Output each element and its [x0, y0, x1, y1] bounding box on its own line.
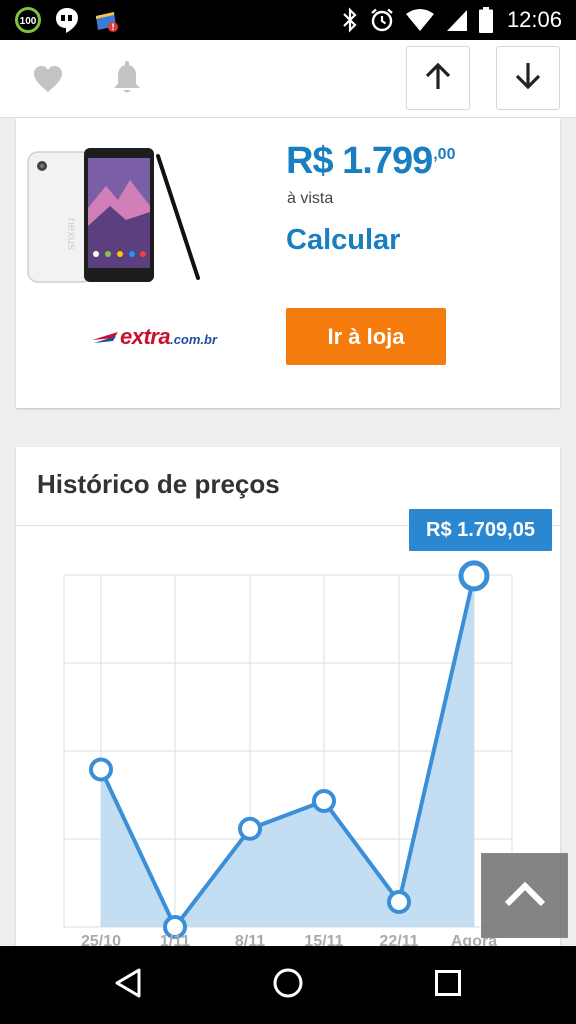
price-history-card: Histórico de preços 25/10 1/11 8/11 15/11 22…	[16, 447, 560, 967]
heart-icon[interactable]	[32, 64, 64, 99]
back-triangle-icon	[113, 967, 143, 1004]
nav-back-button[interactable]	[98, 960, 158, 1010]
status-time: 12:06	[506, 7, 562, 32]
scroll-up-button[interactable]	[406, 46, 470, 110]
store-logo-name: extra	[120, 324, 171, 349]
nav-home-button[interactable]	[258, 960, 318, 1010]
chevron-up-icon	[503, 878, 547, 913]
chart-point	[89, 757, 113, 782]
price-cents: ,00	[433, 146, 456, 163]
status-system-icons: 12:06	[341, 6, 562, 34]
nav-recent-apps-button[interactable]	[418, 960, 478, 1010]
home-circle-icon	[272, 967, 304, 1004]
store-logo-swoosh-icon	[92, 332, 118, 343]
scroll-down-button[interactable]	[496, 46, 560, 110]
price: R$ 1.799 ,00	[286, 140, 455, 183]
wifi-icon	[405, 8, 435, 32]
hangouts-icon	[54, 6, 80, 34]
chart-point	[238, 816, 262, 841]
battery-ring-label: 100	[20, 16, 37, 27]
top-toolbar	[0, 40, 576, 118]
product-phone-image[interactable]: nexus	[26, 148, 206, 288]
cell-signal-icon	[445, 8, 469, 32]
price-main: R$ 1.799	[286, 140, 433, 182]
chart-point	[387, 889, 411, 914]
battery-icon	[478, 7, 493, 33]
chart-point	[312, 789, 336, 814]
android-nav-bar	[0, 946, 576, 1024]
price-tooltip: R$ 1.709,05	[409, 509, 552, 551]
bell-icon[interactable]	[112, 60, 142, 101]
arrow-down-icon	[514, 61, 542, 96]
offer-card: nexus extra .com.br R$ 1.799 ,00 à vista…	[16, 118, 560, 408]
store-logo-domain: .com.br	[170, 332, 218, 347]
price-note: à vista	[287, 190, 334, 207]
chart-point	[458, 560, 490, 592]
go-to-store-button[interactable]: Ir à loja	[286, 308, 446, 365]
calculate-link[interactable]: Calcular	[286, 224, 400, 257]
status-bar: 100 12:06	[0, 0, 576, 40]
status-notifications: 100	[14, 6, 120, 34]
store-logo[interactable]: extra .com.br	[92, 324, 217, 350]
bluetooth-icon	[341, 7, 359, 33]
recent-apps-square-icon	[434, 969, 462, 1002]
svg-text:nexus: nexus	[65, 218, 79, 250]
scroll-to-top-button[interactable]	[481, 853, 568, 938]
alarm-clock-icon	[369, 7, 395, 33]
shopping-bag-notification-icon	[92, 6, 120, 34]
arrow-up-icon	[424, 61, 452, 96]
battery-ring-icon: 100	[14, 6, 42, 34]
